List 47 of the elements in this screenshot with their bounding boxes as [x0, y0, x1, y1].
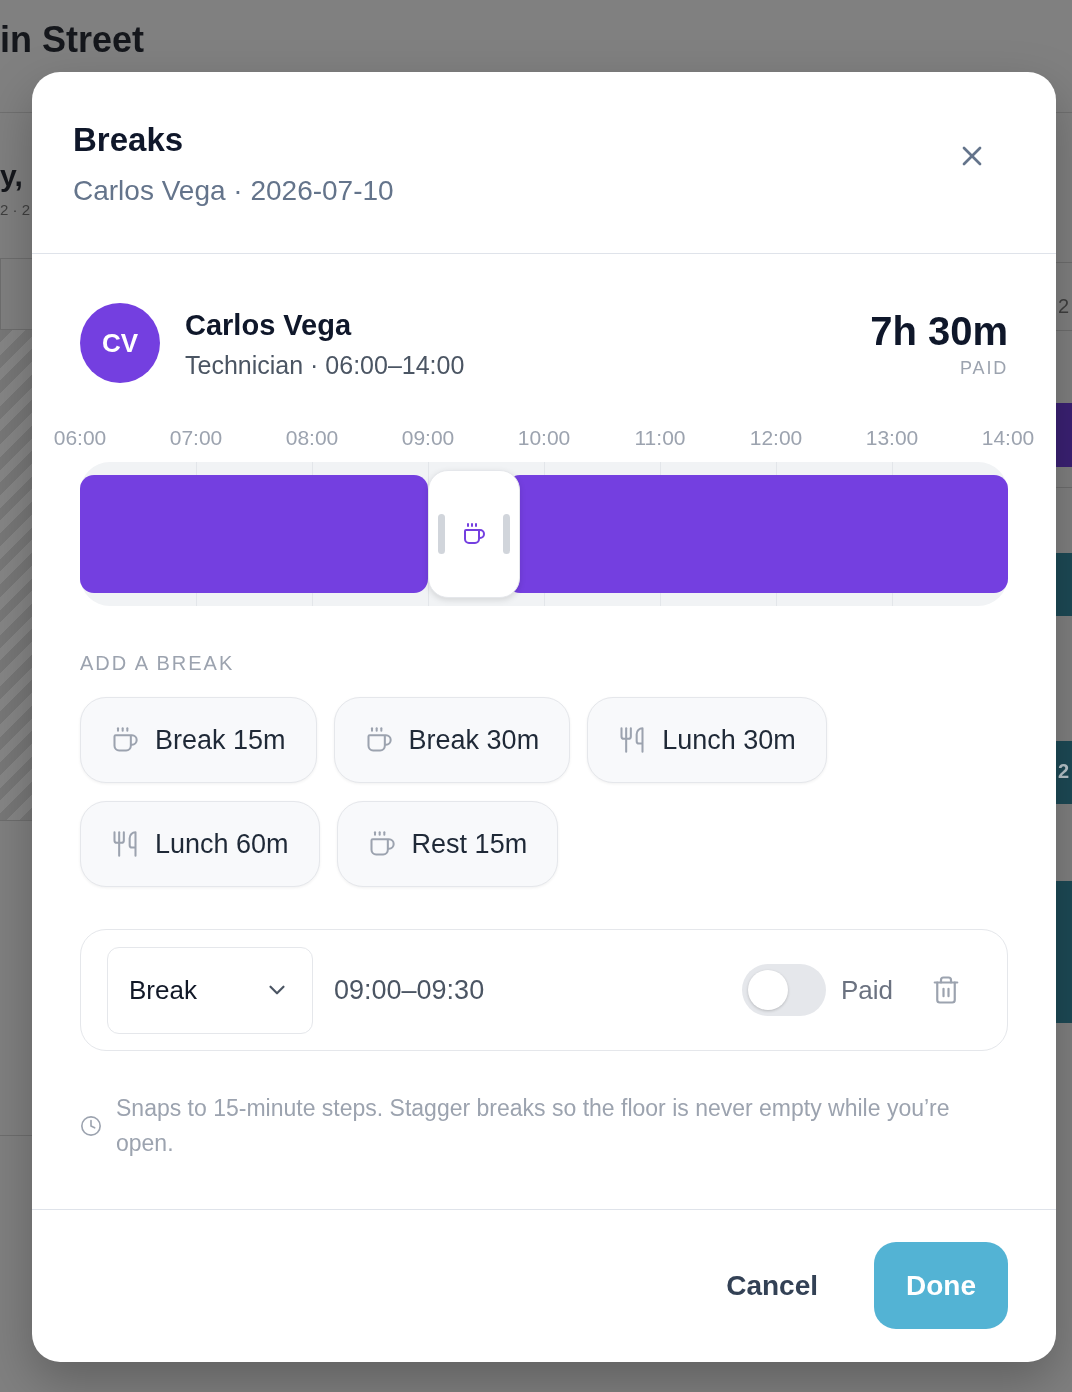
- dialog-subtitle: Carlos Vega · 2026-07-10: [73, 175, 394, 207]
- backdrop-count: 2: [1058, 294, 1071, 318]
- coffee-icon: [462, 522, 486, 546]
- clock-icon: [80, 1115, 102, 1137]
- employee-role-hours: Technician · 06:00–14:00: [185, 349, 465, 380]
- hour-label: 07:00: [168, 426, 224, 450]
- coffee-icon: [364, 726, 393, 754]
- paid-toggle[interactable]: [741, 964, 826, 1016]
- backdrop-day-label: y,: [0, 158, 24, 194]
- shift-block: [1056, 403, 1072, 467]
- backdrop-title: in Street: [0, 18, 145, 62]
- shift-block: [1056, 553, 1072, 616]
- cancel-button[interactable]: Cancel: [702, 1242, 842, 1329]
- trash-icon: [931, 975, 961, 1005]
- utensils-icon: [111, 830, 139, 858]
- break-type-select[interactable]: Break: [107, 946, 313, 1034]
- preset-chip[interactable]: Rest 15m: [336, 801, 559, 887]
- hour-label: 06:00: [52, 426, 108, 450]
- preset-chip[interactable]: Break 30m: [333, 697, 571, 783]
- paid-toggle-label: Paid: [840, 973, 893, 1007]
- hour-label: 10:00: [516, 426, 572, 450]
- avatar: CV: [80, 303, 160, 383]
- coffee-icon: [111, 726, 139, 754]
- hour-label: 09:00: [400, 426, 456, 450]
- hour-label: 11:00: [633, 426, 687, 450]
- hint-text: Snaps to 15-minute steps. Stagger breaks so the floor is never empty while you’re open.: [116, 1094, 951, 1158]
- dialog-title: Breaks: [73, 120, 185, 160]
- hour-label: 08:00: [284, 426, 340, 450]
- hour-label: 12:00: [748, 426, 804, 450]
- employee-name: Carlos Vega: [185, 307, 353, 343]
- preset-chip[interactable]: Lunch 30m: [587, 697, 827, 783]
- preset-chip[interactable]: Break 15m: [80, 697, 317, 783]
- paid-total-label: PAID: [960, 357, 1008, 379]
- break-time: 09:00–09:30: [334, 973, 485, 1007]
- utensils-icon: [618, 726, 647, 754]
- delete-button[interactable]: [931, 975, 961, 1005]
- backdrop-day-meta: 2 · 2: [0, 200, 31, 220]
- section-label: ADD A BREAK: [80, 651, 235, 675]
- hour-label: 14:00: [980, 426, 1036, 450]
- shift-block: 2: [1056, 741, 1072, 804]
- paid-total: 7h 30m: [870, 308, 1008, 355]
- preset-chip[interactable]: Lunch 60m: [80, 801, 320, 887]
- break-block[interactable]: [428, 470, 520, 598]
- drag-handle[interactable]: [438, 514, 445, 554]
- coffee-icon: [367, 830, 396, 858]
- drag-handle[interactable]: [503, 514, 510, 554]
- hour-label: 13:00: [864, 426, 920, 450]
